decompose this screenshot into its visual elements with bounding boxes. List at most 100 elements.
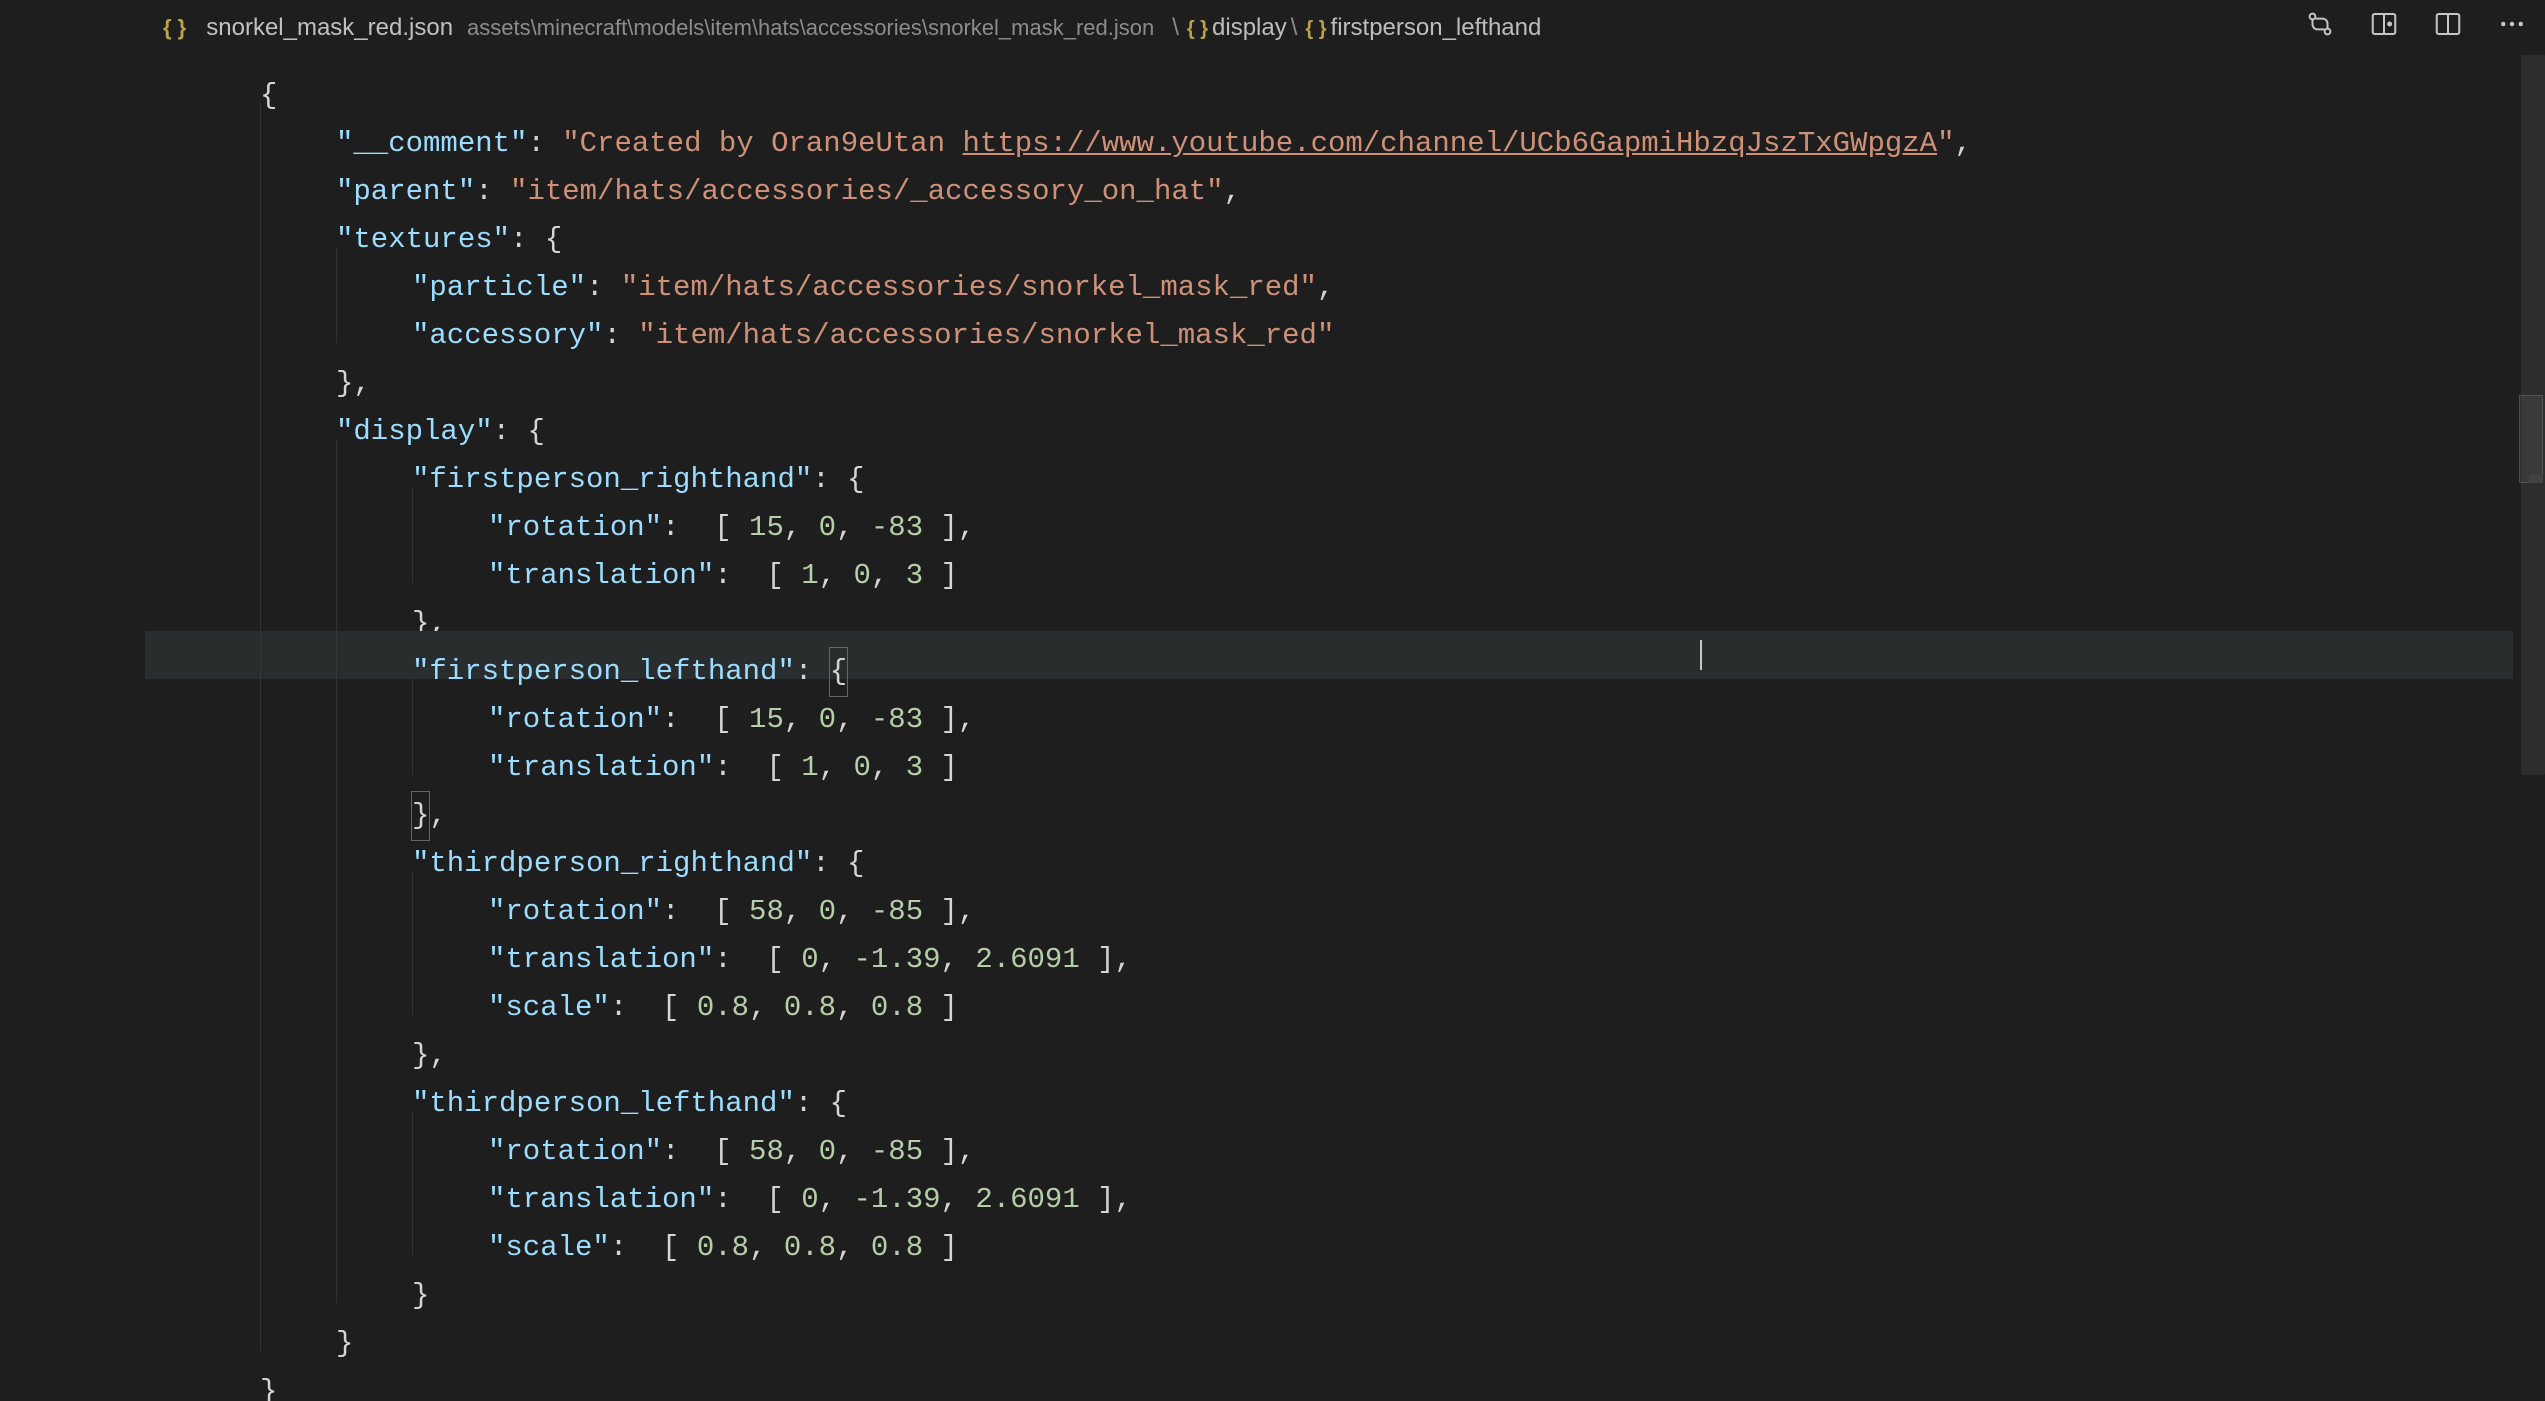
line-content[interactable]: {: [260, 55, 277, 103]
code-line[interactable]: }: [145, 1303, 2513, 1351]
code-line[interactable]: "textures": {: [145, 199, 2513, 247]
tab-filename[interactable]: snorkel_mask_red.json: [206, 14, 453, 42]
gutter[interactable]: [145, 1255, 260, 1303]
gutter[interactable]: [145, 775, 260, 823]
breadcrumb-segment[interactable]: { }display: [1183, 14, 1287, 41]
gutter[interactable]: [145, 823, 260, 871]
gutter[interactable]: [145, 1063, 260, 1111]
line-content[interactable]: "translation": [ 1, 0, 3 ]: [260, 535, 958, 583]
line-content[interactable]: },: [260, 343, 371, 391]
gutter[interactable]: [145, 1111, 260, 1159]
line-content[interactable]: "rotation": [ 15, 0, -83 ],: [260, 487, 975, 535]
code-line[interactable]: "translation": [ 1, 0, 3 ]: [145, 727, 2513, 775]
code-line[interactable]: "display": {: [145, 391, 2513, 439]
line-content[interactable]: }: [260, 1255, 429, 1303]
gutter[interactable]: [145, 631, 260, 679]
line-content[interactable]: "scale": [ 0.8, 0.8, 0.8 ]: [260, 1207, 958, 1255]
code-line[interactable]: "translation": [ 1, 0, 3 ]: [145, 535, 2513, 583]
gutter[interactable]: [145, 535, 260, 583]
code-line[interactable]: "rotation": [ 58, 0, -85 ],: [145, 1111, 2513, 1159]
gutter[interactable]: [145, 1303, 260, 1351]
code-line[interactable]: },: [145, 583, 2513, 631]
code-line[interactable]: "scale": [ 0.8, 0.8, 0.8 ]: [145, 1207, 2513, 1255]
gutter[interactable]: [145, 439, 260, 487]
code-line[interactable]: },: [145, 343, 2513, 391]
code-line[interactable]: "rotation": [ 15, 0, -83 ],: [145, 679, 2513, 727]
gutter[interactable]: [145, 1207, 260, 1255]
gutter[interactable]: [145, 151, 260, 199]
line-content[interactable]: "__comment": "Created by Oran9eUtan http…: [260, 103, 1972, 151]
line-content[interactable]: "particle": "item/hats/accessories/snork…: [260, 247, 1334, 295]
editor-tab-bar[interactable]: { } snorkel_mask_red.json assets\minecra…: [145, 0, 2545, 56]
code-line[interactable]: "__comment": "Created by Oran9eUtan http…: [145, 103, 2513, 151]
code-line[interactable]: "translation": [ 0, -1.39, 2.6091 ],: [145, 1159, 2513, 1207]
code-line[interactable]: "firstperson_lefthand": {: [145, 631, 2513, 679]
line-content[interactable]: "translation": [ 0, -1.39, 2.6091 ],: [260, 919, 1132, 967]
line-content[interactable]: "rotation": [ 15, 0, -83 ],: [260, 679, 975, 727]
code-line[interactable]: "thirdperson_righthand": {: [145, 823, 2513, 871]
code-area[interactable]: {"__comment": "Created by Oran9eUtan htt…: [145, 55, 2513, 1399]
line-content[interactable]: "translation": [ 0, -1.39, 2.6091 ],: [260, 1159, 1132, 1207]
more-actions-icon[interactable]: [2497, 9, 2527, 46]
gutter[interactable]: [145, 967, 260, 1015]
gutter[interactable]: [145, 103, 260, 151]
gutter[interactable]: [145, 295, 260, 343]
code-line[interactable]: }: [145, 1255, 2513, 1303]
gutter[interactable]: [145, 247, 260, 295]
code-line[interactable]: "rotation": [ 15, 0, -83 ],: [145, 487, 2513, 535]
code-line[interactable]: },: [145, 1015, 2513, 1063]
breadcrumb-segment[interactable]: { }firstperson_lefthand: [1301, 14, 1541, 41]
gutter[interactable]: [145, 583, 260, 631]
line-content[interactable]: },: [260, 583, 447, 631]
line-content[interactable]: "firstperson_lefthand": {: [260, 631, 847, 679]
indent-guide: [260, 1303, 261, 1351]
breadcrumb-segments[interactable]: \{ }display\{ }firstperson_lefthand: [1168, 14, 1541, 42]
split-editor-icon[interactable]: [2433, 9, 2463, 46]
line-content[interactable]: "firstperson_righthand": {: [260, 439, 864, 487]
code-line[interactable]: },: [145, 775, 2513, 823]
line-content[interactable]: "scale": [ 0.8, 0.8, 0.8 ]: [260, 967, 958, 1015]
breadcrumb-path[interactable]: assets\minecraft\models\item\hats\access…: [467, 15, 1154, 41]
code-line[interactable]: "scale": [ 0.8, 0.8, 0.8 ]: [145, 967, 2513, 1015]
gutter[interactable]: [145, 919, 260, 967]
gutter[interactable]: [145, 487, 260, 535]
code-line[interactable]: "particle": "item/hats/accessories/snork…: [145, 247, 2513, 295]
line-content[interactable]: "parent": "item/hats/accessories/_access…: [260, 151, 1241, 199]
minimap-viewport[interactable]: [2519, 395, 2543, 483]
gutter[interactable]: [145, 55, 260, 103]
line-content[interactable]: "thirdperson_lefthand": {: [260, 1063, 847, 1111]
line-content[interactable]: "translation": [ 1, 0, 3 ]: [260, 727, 958, 775]
line-content[interactable]: }: [260, 1351, 277, 1399]
gutter[interactable]: [145, 391, 260, 439]
gutter[interactable]: [145, 1159, 260, 1207]
line-content[interactable]: "accessory": "item/hats/accessories/snor…: [260, 295, 1334, 343]
code-line[interactable]: {: [145, 55, 2513, 103]
gutter[interactable]: [145, 871, 260, 919]
code-line[interactable]: "rotation": [ 58, 0, -85 ],: [145, 871, 2513, 919]
line-content[interactable]: "rotation": [ 58, 0, -85 ],: [260, 1111, 975, 1159]
line-content[interactable]: "thirdperson_righthand": {: [260, 823, 864, 871]
code-line[interactable]: "firstperson_righthand": {: [145, 439, 2513, 487]
gutter[interactable]: [145, 679, 260, 727]
gutter[interactable]: [145, 199, 260, 247]
line-content[interactable]: "rotation": [ 58, 0, -85 ],: [260, 871, 975, 919]
gutter[interactable]: [145, 343, 260, 391]
line-content[interactable]: "display": {: [260, 391, 545, 439]
gutter[interactable]: [145, 1351, 260, 1399]
line-content[interactable]: }: [260, 1303, 353, 1351]
gutter[interactable]: [145, 1015, 260, 1063]
code-line[interactable]: "parent": "item/hats/accessories/_access…: [145, 151, 2513, 199]
editor-scroll-area[interactable]: {"__comment": "Created by Oran9eUtan htt…: [145, 55, 2513, 1401]
code-line[interactable]: "accessory": "item/hats/accessories/snor…: [145, 295, 2513, 343]
overview-ruler[interactable]: [2517, 55, 2545, 1401]
line-content[interactable]: },: [260, 1015, 447, 1063]
open-preview-icon[interactable]: [2369, 9, 2399, 46]
code-line[interactable]: "thirdperson_lefthand": {: [145, 1063, 2513, 1111]
code-line[interactable]: "translation": [ 0, -1.39, 2.6091 ],: [145, 919, 2513, 967]
gutter[interactable]: [145, 727, 260, 775]
code-line[interactable]: }: [145, 1351, 2513, 1399]
line-content[interactable]: },: [260, 775, 447, 823]
indent-guide: [336, 295, 337, 343]
compare-changes-icon[interactable]: [2305, 9, 2335, 46]
line-content[interactable]: "textures": {: [260, 199, 562, 247]
